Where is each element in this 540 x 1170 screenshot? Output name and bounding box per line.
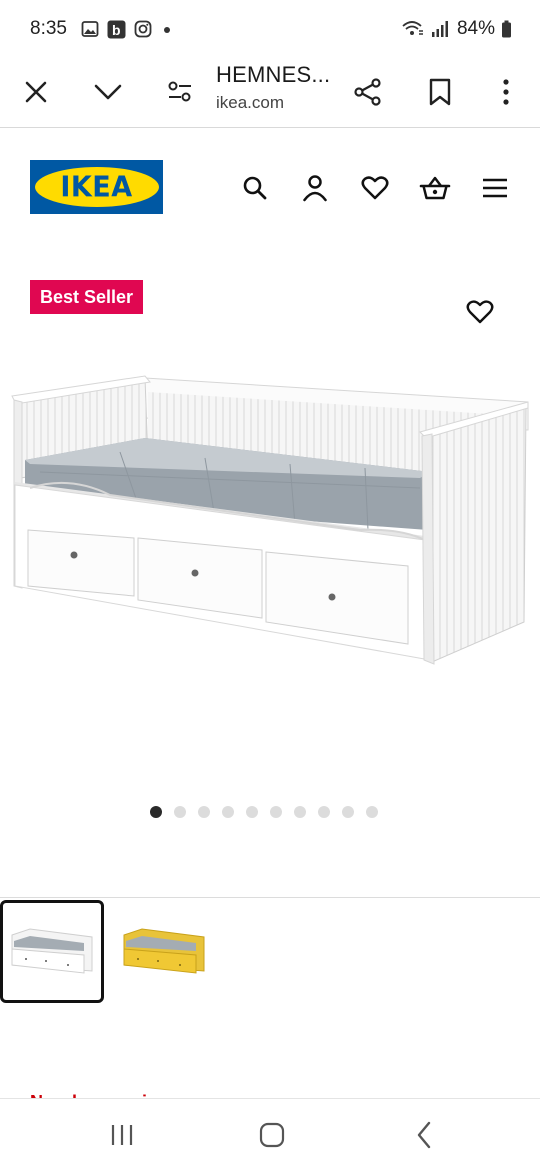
gallery-dot[interactable] bbox=[318, 806, 330, 818]
basket-icon[interactable] bbox=[415, 168, 455, 208]
battery-icon bbox=[501, 20, 512, 38]
svg-text:b: b bbox=[112, 22, 121, 38]
close-icon[interactable] bbox=[12, 68, 60, 116]
wishlist-heart-icon[interactable] bbox=[355, 168, 395, 208]
search-icon[interactable] bbox=[235, 168, 275, 208]
instagram-icon bbox=[134, 20, 152, 38]
page-url[interactable]: ikea.com bbox=[216, 93, 284, 113]
best-seller-badge: Best Seller bbox=[30, 280, 144, 314]
thumbnail-yellow-variant[interactable] bbox=[112, 900, 216, 1003]
booking-b-icon: b bbox=[107, 20, 126, 39]
gallery-dot[interactable] bbox=[174, 806, 186, 818]
gallery-dot[interactable] bbox=[270, 806, 282, 818]
gallery-icon bbox=[81, 20, 99, 38]
wifi-calling-icon bbox=[401, 19, 425, 39]
recent-apps-icon[interactable] bbox=[92, 1113, 152, 1157]
thumbnail-white-variant[interactable] bbox=[0, 900, 104, 1003]
share-icon[interactable] bbox=[344, 68, 392, 116]
signal-icon bbox=[431, 20, 451, 38]
gallery-dot[interactable] bbox=[246, 806, 258, 818]
gallery-dot[interactable] bbox=[150, 806, 162, 818]
site-header: IKEA bbox=[0, 128, 540, 248]
page-title[interactable]: HEMNES... bbox=[216, 62, 330, 88]
gallery-pagination bbox=[150, 806, 378, 818]
menu-hamburger-icon[interactable] bbox=[475, 168, 515, 208]
ikea-logo-text: IKEA bbox=[60, 170, 133, 204]
divider bbox=[0, 897, 540, 898]
status-time: 8:35 bbox=[30, 18, 67, 39]
account-icon[interactable] bbox=[295, 168, 335, 208]
ikea-logo-oval: IKEA bbox=[34, 167, 159, 207]
chevron-down-icon[interactable] bbox=[84, 68, 132, 116]
status-bar: 8:35 b 84% bbox=[0, 0, 540, 58]
more-vert-icon[interactable] bbox=[482, 68, 530, 116]
gallery-dot[interactable] bbox=[222, 806, 234, 818]
browser-toolbar: HEMNES... ikea.com bbox=[0, 58, 540, 128]
gallery-dot[interactable] bbox=[198, 806, 210, 818]
product-image-daybed[interactable] bbox=[0, 360, 540, 680]
gallery-dot[interactable] bbox=[342, 806, 354, 818]
back-icon[interactable] bbox=[394, 1113, 454, 1157]
gallery-dot[interactable] bbox=[366, 806, 378, 818]
bookmark-icon[interactable] bbox=[416, 68, 464, 116]
dot-icon bbox=[160, 22, 174, 36]
home-icon[interactable] bbox=[242, 1113, 302, 1157]
page-settings-icon[interactable] bbox=[156, 68, 204, 116]
add-to-favourites-heart-icon[interactable] bbox=[458, 290, 502, 334]
system-nav-bar bbox=[0, 1098, 540, 1170]
battery-percent: 84% bbox=[456, 18, 495, 39]
ikea-logo[interactable]: IKEA bbox=[30, 160, 163, 214]
gallery-dot[interactable] bbox=[294, 806, 306, 818]
